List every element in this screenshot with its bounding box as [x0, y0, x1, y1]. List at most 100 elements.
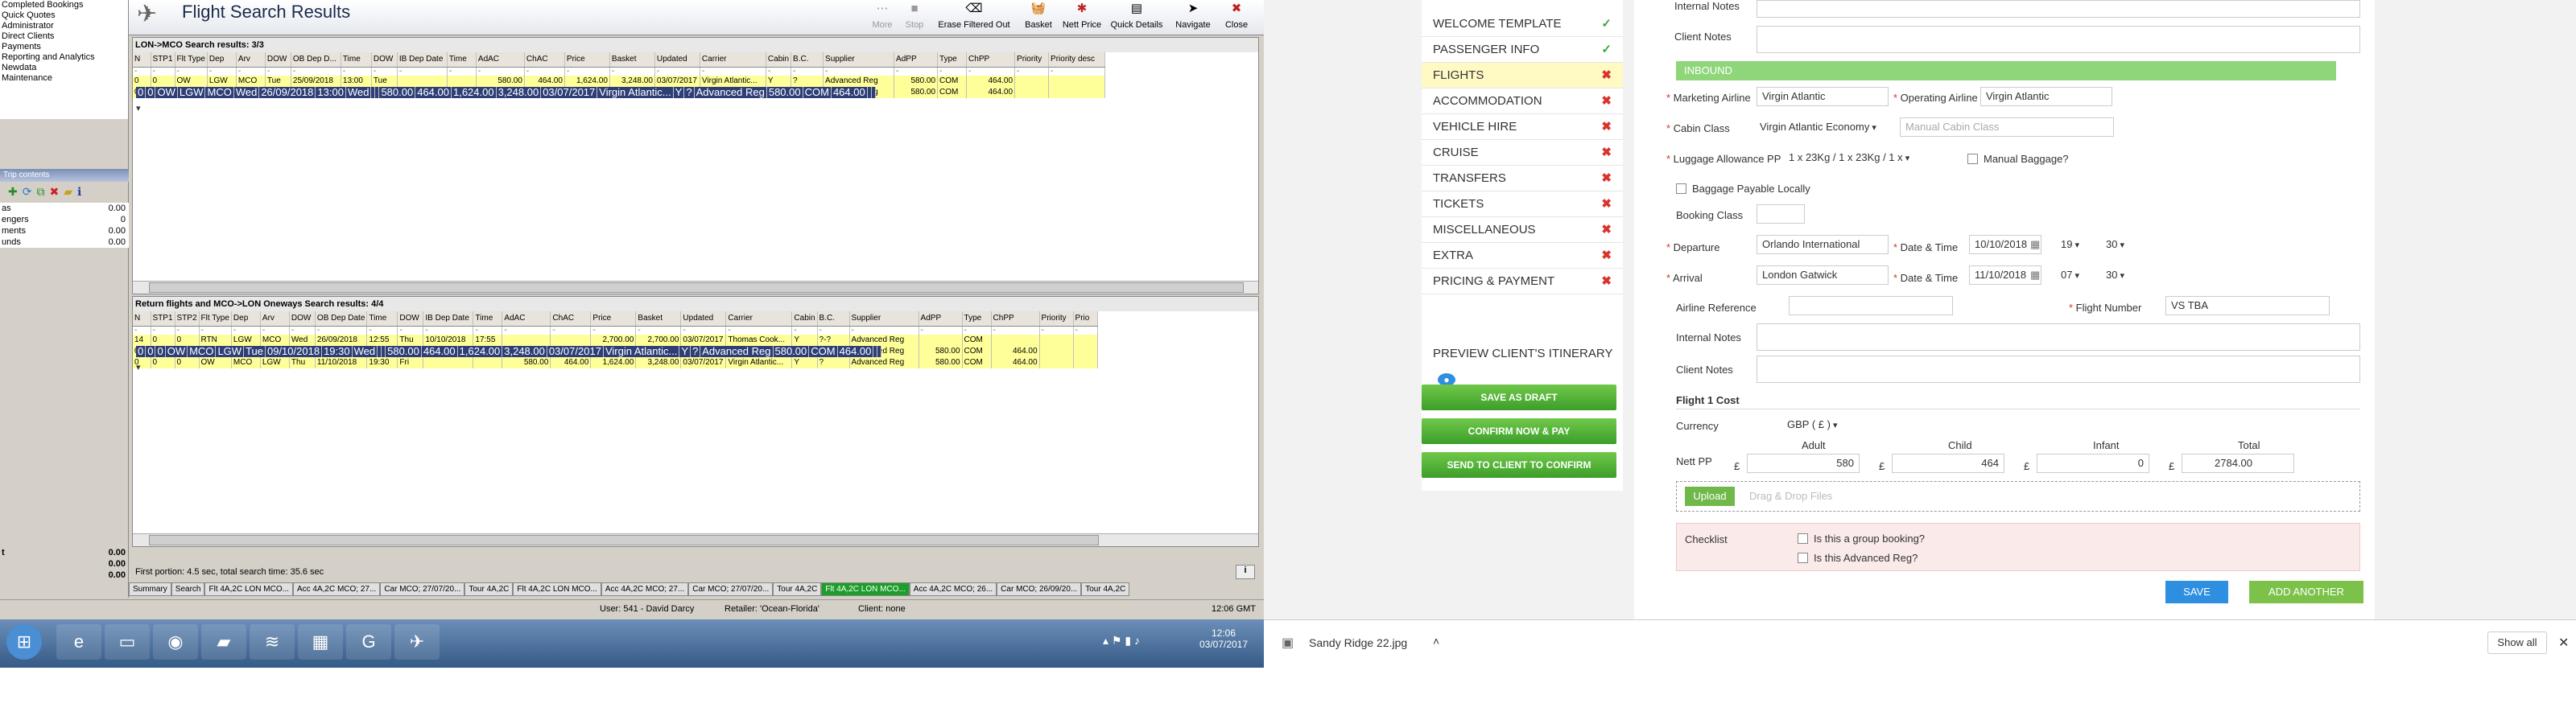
flight-number-field[interactable]: VS TBA: [2165, 296, 2330, 315]
column-header[interactable]: Type: [962, 311, 992, 327]
chevron-up-icon[interactable]: ˄: [1433, 635, 1439, 648]
tab-2[interactable]: Flt 4A,2C LON MCO...: [204, 582, 293, 596]
table-row[interactable]: 0 0 OW LGW MCO Tue 25/09/2018 13:00 Tue 580.00 464…: [133, 75, 1106, 87]
column-header[interactable]: Supplier: [849, 311, 919, 327]
column-header[interactable]: STP1: [151, 52, 175, 68]
marketing-airline-field[interactable]: Virgin Atlantic: [1757, 87, 1889, 106]
save-as-draft-button[interactable]: SAVE AS DRAFT: [1422, 385, 1616, 410]
column-header[interactable]: Time: [447, 52, 477, 68]
operating-airline-field[interactable]: Virgin Atlantic: [1980, 87, 2112, 106]
step-welcome-template[interactable]: WELCOME TEMPLATE ✓: [1422, 11, 1623, 37]
clock[interactable]: 12:06 03/07/2017: [1191, 627, 1256, 650]
column-header[interactable]: Time: [341, 52, 372, 68]
horizontal-scrollbar[interactable]: [133, 533, 1258, 546]
manual-baggage-checkbox[interactable]: [1967, 154, 1978, 164]
tray-icons[interactable]: ▴ ⚑ ▮ ♪: [1103, 634, 1140, 648]
tab-7[interactable]: Acc 4A,2C MCO; 27...: [601, 582, 689, 596]
start-button[interactable]: ⊞: [6, 624, 42, 660]
column-header[interactable]: Carrier: [725, 311, 793, 327]
departure-field[interactable]: Orlando International: [1757, 235, 1889, 254]
column-header[interactable]: ChPP: [991, 311, 1040, 327]
column-header[interactable]: IB Dep Date: [397, 52, 448, 68]
column-header[interactable]: AdAC: [502, 311, 551, 327]
refresh-icon[interactable]: ⟳: [23, 185, 32, 199]
airline-ref-field[interactable]: [1789, 296, 1953, 315]
column-header[interactable]: Price: [590, 311, 637, 327]
column-header[interactable]: Priority: [1014, 52, 1050, 68]
stop-button[interactable]: ■ Stop: [900, 2, 929, 33]
column-header[interactable]: OB Dep D...: [291, 52, 341, 68]
column-header[interactable]: DOW: [265, 52, 291, 68]
step-accommodation[interactable]: ACCOMMODATION ✖: [1422, 88, 1623, 114]
step-tickets[interactable]: TICKETS ✖: [1422, 191, 1623, 217]
explorer-icon[interactable]: ▭: [105, 624, 150, 660]
dep-minute-select[interactable]: 30: [2103, 235, 2138, 254]
column-header[interactable]: ChAC: [524, 52, 565, 68]
send-to-client-button[interactable]: SEND TO CLIENT TO CONFIRM: [1422, 452, 1616, 478]
child-price-field[interactable]: 464: [1892, 454, 2004, 473]
client-notes-field[interactable]: [1757, 356, 2360, 383]
tab-5[interactable]: Tour 4A,2C: [464, 582, 514, 596]
nav-item-administrator[interactable]: Administrator: [0, 21, 128, 31]
table-row[interactable]: 14 0 0 RTN LGW MCO Wed 26/09/2018 12:55 Thu 10/10/…: [133, 334, 1098, 346]
preview-itinerary-link[interactable]: PREVIEW CLIENT'S ITINERARY ●: [1422, 341, 1623, 386]
tab-3[interactable]: Acc 4A,2C MCO; 27...: [292, 582, 381, 596]
infant-price-field[interactable]: 0: [2037, 454, 2149, 473]
column-header[interactable]: Updated: [654, 52, 700, 68]
column-header[interactable]: Updated: [680, 311, 727, 327]
flight-app-icon[interactable]: ✈: [394, 624, 440, 660]
currency-select[interactable]: GBP ( £ ): [1784, 415, 1856, 434]
folder-icon[interactable]: ▰: [64, 185, 72, 199]
column-header[interactable]: ChPP: [966, 52, 1016, 68]
column-header[interactable]: Price: [564, 52, 610, 68]
column-header[interactable]: Cabin: [791, 311, 818, 327]
arr-hour-select[interactable]: 07: [2058, 265, 2093, 285]
step-pricing-payment[interactable]: PRICING & PAYMENT ✖: [1422, 269, 1623, 294]
tab-12[interactable]: Car MCO; 26/09/20...: [997, 582, 1082, 596]
horizontal-scrollbar[interactable]: [133, 281, 1258, 294]
column-header[interactable]: Priority: [1039, 311, 1074, 327]
column-header[interactable]: OB Dep Date: [315, 311, 368, 327]
app-icon[interactable]: ≋: [250, 624, 295, 660]
step-vehicle-hire[interactable]: VEHICLE HIRE ✖: [1422, 114, 1623, 140]
nett-price-button[interactable]: ✱ Nett Price: [1059, 2, 1104, 33]
column-header[interactable]: Time: [366, 311, 398, 327]
tab-4[interactable]: Car MCO; 27/07/20...: [380, 582, 465, 596]
column-header[interactable]: Prio: [1073, 311, 1098, 327]
show-all-button[interactable]: Show all: [2487, 631, 2547, 654]
column-header[interactable]: B.C.: [791, 52, 824, 68]
folder-icon[interactable]: ▰: [201, 624, 246, 660]
copy-icon[interactable]: ⧉: [36, 185, 44, 199]
tab-0[interactable]: Summary: [129, 582, 171, 596]
close-icon[interactable]: ✕: [2558, 635, 2569, 651]
cabin-class-select[interactable]: Virgin Atlantic Economy: [1757, 117, 1890, 137]
tab-8[interactable]: Car MCO; 27/07/20...: [688, 582, 774, 596]
info-icon[interactable]: i: [1236, 565, 1255, 579]
table-row[interactable]: 0 0 0 OW MCO LGW Tue 09/10/2018 19:30 Wed 580.00 46…: [133, 345, 882, 365]
column-header[interactable]: IB Dep Date: [423, 311, 474, 327]
tab-10[interactable]: Flt 4A,2C LON MCO...: [821, 582, 910, 596]
column-header[interactable]: Flt Type: [199, 311, 232, 327]
column-header[interactable]: Priority desc: [1048, 52, 1106, 68]
step-flights[interactable]: FLIGHTS ✖: [1422, 63, 1623, 88]
arrival-field[interactable]: London Gatwick: [1757, 265, 1889, 285]
quick-details-button[interactable]: ▤ Quick Details: [1108, 2, 1166, 33]
tab-9[interactable]: Tour 4A,2C: [773, 582, 822, 596]
column-header[interactable]: Flt Type: [175, 52, 208, 68]
g-app-icon[interactable]: G: [346, 624, 391, 660]
client-notes-top-field[interactable]: [1757, 26, 2360, 53]
filter-row[interactable]: --------------------------: [133, 326, 1098, 335]
close-button[interactable]: ✖ Close: [1220, 2, 1253, 33]
advanced-reg-checkbox[interactable]: [1798, 553, 1808, 563]
column-header[interactable]: ChAC: [550, 311, 592, 327]
tab-6[interactable]: Flt 4A,2C LON MCO...: [513, 582, 601, 596]
internal-notes-field[interactable]: [1757, 323, 2360, 351]
column-header[interactable]: B.C.: [817, 311, 850, 327]
document-icon[interactable]: ▦: [298, 624, 343, 660]
column-header[interactable]: Arv: [236, 52, 266, 68]
download-file-name[interactable]: Sandy Ridge 22.jpg: [1309, 636, 1407, 649]
more-button[interactable]: ⋯ More: [868, 2, 897, 33]
column-header[interactable]: Dep: [207, 52, 237, 68]
step-extra[interactable]: EXTRA ✖: [1422, 243, 1623, 269]
column-header[interactable]: DOW: [371, 52, 398, 68]
